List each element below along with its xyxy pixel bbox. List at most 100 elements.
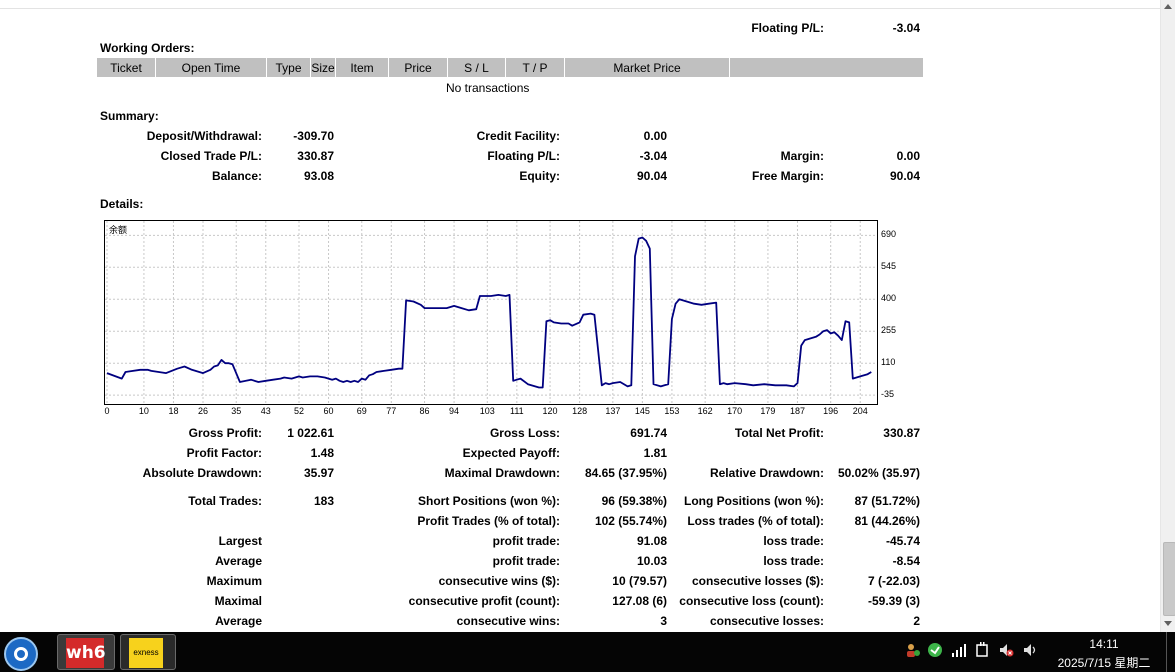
expected-payoff-value: 1.81: [643, 446, 667, 460]
clock-time[interactable]: 14:11: [1066, 637, 1142, 651]
x-tick-label: 162: [697, 406, 713, 416]
x-tick-label: 111: [510, 406, 524, 416]
maximal-profit-value: 127.08 (6): [612, 594, 667, 608]
maximal-label: Maximal: [214, 594, 262, 608]
working-orders-table: Ticket Open Time Type Size Item Price S …: [97, 58, 923, 77]
summary-title: Summary:: [100, 109, 159, 123]
col-size: Size: [310, 58, 336, 77]
free-margin-label: Free Margin:: [751, 169, 824, 183]
show-desktop-button[interactable]: [1166, 632, 1175, 672]
loss-trades-label: Loss trades (% of total):: [687, 514, 824, 528]
taskbar-app-wh6[interactable]: wh6: [57, 634, 115, 670]
y-tick-label: 400: [881, 293, 897, 304]
largest-loss-label: loss trade:: [763, 534, 824, 548]
maximal-drawdown-value: 84.65 (37.95%): [584, 466, 667, 480]
maximum-label: Maximum: [206, 574, 262, 588]
average2-label: Average: [215, 614, 262, 628]
maximal-loss-value: -59.39 (3): [867, 594, 920, 608]
col-ticket: Ticket: [97, 58, 156, 77]
short-positions-value: 96 (59.38%): [601, 494, 667, 508]
taskbar-app-exness[interactable]: exness: [120, 634, 176, 670]
profit-factor-label: Profit Factor:: [186, 446, 262, 460]
x-tick-label: 196: [823, 406, 839, 416]
top-divider: [0, 8, 1160, 9]
power-plug-icon[interactable]: [974, 642, 990, 658]
col-sl: S / L: [447, 58, 506, 77]
x-tick-label: 86: [419, 406, 430, 416]
maximal-profit-label: consecutive profit (count):: [408, 594, 560, 608]
x-tick-label: 60: [323, 406, 334, 416]
col-type: Type: [266, 58, 311, 77]
x-tick-label: 153: [664, 406, 680, 416]
short-positions-label: Short Positions (won %):: [418, 494, 560, 508]
start-button[interactable]: [4, 637, 38, 671]
absolute-drawdown-value: 35.97: [303, 466, 334, 480]
col-item: Item: [335, 58, 389, 77]
gross-loss-label: Gross Loss:: [489, 426, 560, 440]
average-profit-value: 10.03: [636, 554, 667, 568]
y-tick-label: -35: [881, 389, 895, 400]
max-cons-wins-value: 10 (79.57): [612, 574, 667, 588]
x-tick-label: 69: [356, 406, 367, 416]
largest-label: Largest: [218, 534, 262, 548]
top-floating-value: -3.04: [892, 21, 920, 35]
gross-profit-label: Gross Profit:: [188, 426, 262, 440]
balance-value: 93.08: [303, 169, 334, 183]
margin-label: Margin:: [780, 149, 824, 163]
details-title: Details:: [100, 197, 144, 211]
x-tick-label: 170: [727, 406, 743, 416]
largest-loss-value: -45.74: [885, 534, 920, 548]
credit-label: Credit Facility:: [476, 129, 560, 143]
scroll-up-arrow-icon[interactable]: [1164, 4, 1172, 9]
x-tick-label: 10: [138, 406, 149, 416]
x-tick-label: 137: [605, 406, 621, 416]
clock-date[interactable]: 2025/7/15 星期二: [1048, 654, 1160, 671]
tray-user-icon[interactable]: [905, 642, 921, 658]
tray-green-app-icon[interactable]: [927, 642, 943, 658]
working-orders-title: Working Orders:: [100, 41, 195, 55]
gross-loss-value: 691.74: [630, 426, 667, 440]
balance-label: Balance:: [211, 169, 262, 183]
average-profit-label: profit trade:: [492, 554, 560, 568]
network-signal-icon[interactable]: [951, 642, 967, 658]
margin-value: 0.00: [896, 149, 920, 163]
x-tick-label: 120: [542, 406, 558, 416]
x-tick-label: 204: [852, 406, 868, 416]
average-label: Average: [215, 554, 262, 568]
avg-cons-wins-label: consecutive wins:: [456, 614, 560, 628]
total-trades-value: 183: [313, 494, 334, 508]
max-cons-wins-label: consecutive wins ($):: [438, 574, 560, 588]
volume-muted-icon[interactable]: [998, 642, 1014, 658]
col-market-price: Market Price: [564, 58, 730, 77]
equity-value: 90.04: [636, 169, 667, 183]
floating-pl-value: -3.04: [639, 149, 667, 163]
max-cons-losses-value: 7 (-22.03): [867, 574, 920, 588]
average-loss-label: loss trade:: [763, 554, 824, 568]
exness-app-icon: exness: [129, 638, 163, 668]
x-tick-label: 52: [293, 406, 304, 416]
profit-trades-value: 102 (55.74%): [594, 514, 667, 528]
col-price: Price: [388, 58, 448, 77]
x-tick-label: 103: [479, 406, 495, 416]
start-orb-icon: [14, 647, 28, 661]
top-partial-row: —— —— ——: [768, 4, 838, 9]
x-tick-label: 0: [104, 406, 110, 416]
x-tick-label: 179: [760, 406, 776, 416]
scrollbar-thumb[interactable]: [1163, 542, 1175, 616]
balance-line: [106, 236, 872, 389]
avg-cons-wins-value: 3: [660, 614, 667, 628]
col-open-time: Open Time: [155, 58, 267, 77]
vertical-scrollbar[interactable]: [1160, 0, 1175, 632]
x-tick-label: 145: [634, 406, 650, 416]
x-tick-label: 35: [231, 406, 242, 416]
balance-chart-svg: 余额: [105, 221, 877, 404]
floating-pl-label: Floating P/L:: [487, 149, 560, 163]
taskbar: wh6 exness 14:11 2025/7/15 星期二: [0, 632, 1175, 672]
loss-trades-value: 81 (44.26%): [854, 514, 920, 528]
scroll-down-arrow-icon[interactable]: [1164, 621, 1172, 626]
x-tick-label: 187: [789, 406, 805, 416]
equity-label: Equity:: [519, 169, 560, 183]
largest-profit-label: profit trade:: [492, 534, 560, 548]
speaker-icon[interactable]: [1022, 642, 1038, 658]
deposit-label: Deposit/Withdrawal:: [146, 129, 262, 143]
